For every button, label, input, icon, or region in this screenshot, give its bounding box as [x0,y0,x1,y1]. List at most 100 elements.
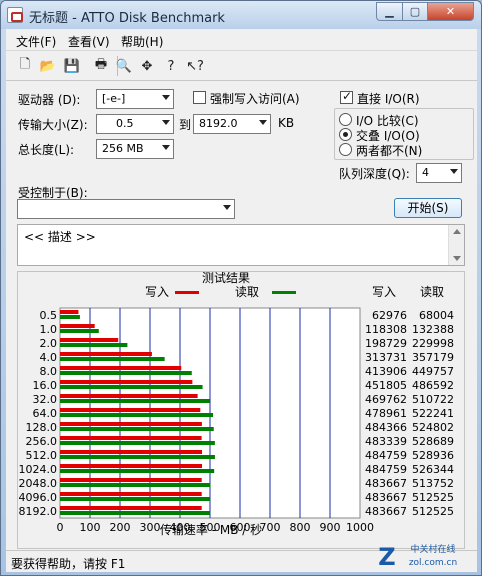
write-bar [60,408,201,412]
x-tick-label: 200 [110,521,131,534]
app-icon[interactable] [7,7,23,23]
y-tick-label: 1.0 [40,323,58,336]
chevron-down-icon [162,120,170,125]
transfer-from-select[interactable]: 0.5 [96,114,174,134]
scroll-up-icon[interactable] [453,229,461,234]
open-icon[interactable]: 📂 [39,57,57,75]
y-tick-label: 0.5 [40,309,58,322]
column-header-write: 写入 [372,285,396,299]
y-tick-label: 2048.0 [19,477,58,490]
chevron-down-icon [162,95,170,100]
legend-write-label: 写入 [145,285,169,299]
write-value: 62976 [372,309,407,322]
help-icon[interactable]: ? [162,57,180,75]
total-length-value: 256 MB [102,142,144,155]
read-value: 513752 [412,477,454,490]
legend-write-swatch [175,291,199,294]
queue-depth-select[interactable]: 4 [416,163,462,183]
read-bar [60,441,215,445]
app-window: 无标题 - ATTO Disk Benchmark ▁ ▢ ✕ 文件(F) 查看… [0,0,482,576]
write-bar [60,380,193,384]
description-box[interactable]: << 描述 >> [17,224,465,266]
read-value: 486592 [412,379,454,392]
read-bar [60,413,214,417]
y-tick-label: 128.0 [26,421,58,434]
print-preview-icon[interactable]: 🔍 [115,57,133,75]
read-value: 68004 [419,309,454,322]
y-tick-label: 16.0 [33,379,58,392]
print-icon[interactable]: 🖶 [92,57,110,75]
transfer-size-label: 传输大小(Z): [18,118,88,132]
kb-label: KB [278,116,295,130]
chevron-down-icon [162,145,170,150]
chart-title: 测试结果 [202,272,250,285]
menu-file[interactable]: 文件(F) [16,33,56,50]
total-length-select[interactable]: 256 MB [96,139,174,159]
start-button[interactable]: 开始(S) [394,198,462,218]
read-bar [60,469,215,473]
legend-read-label: 读取 [235,285,259,299]
read-value: 526344 [412,463,454,476]
read-value: 449757 [412,365,454,378]
write-bar [60,492,202,496]
read-bar [60,357,165,361]
description-text: << 描述 >> [24,230,96,244]
queue-depth-value: 4 [422,166,429,179]
y-tick-label: 4.0 [40,351,58,364]
read-value: 357179 [412,351,454,364]
read-bar [60,371,192,375]
read-value: 510722 [412,393,454,406]
toolbar: 🗋 📂 💾 🖶 🔍 ✥ ? ↖? [6,51,477,81]
minimize-button[interactable]: ▁ [376,2,403,21]
y-tick-label: 8192.0 [19,505,58,518]
title-bar[interactable]: 无标题 - ATTO Disk Benchmark ▁ ▢ ✕ [1,1,481,29]
legend-read-swatch [272,291,296,294]
maximize-button[interactable]: ▢ [402,2,428,21]
x-tick-label: 900 [320,521,341,534]
write-value: 484759 [365,449,407,462]
menu-bar: 文件(F) 查看(V) 帮助(H) [6,29,477,51]
scroll-down-icon[interactable] [453,256,461,261]
read-value: 524802 [412,421,454,434]
overlap-io-radio[interactable] [339,128,352,141]
transfer-from-value: 0.5 [116,117,134,130]
read-value: 512525 [412,491,454,504]
drive-label: 驱动器 (D): [18,93,81,107]
total-length-label: 总长度(L): [18,143,75,157]
drive-select[interactable]: [-e-] [96,89,174,109]
chevron-down-icon [450,169,458,174]
write-value: 484366 [365,421,407,434]
write-value: 198729 [365,337,407,350]
save-icon[interactable]: 💾 [63,57,81,75]
window-title: 无标题 - ATTO Disk Benchmark [29,11,225,26]
menu-help[interactable]: 帮助(H) [121,33,163,50]
controlled-by-select[interactable] [17,199,235,219]
write-bar [60,310,79,314]
z-logo-icon: Z [378,543,395,569]
watermark-title: 中关村在线 [410,543,455,555]
to-label: 到 [179,118,192,132]
read-bar [60,343,128,347]
read-value: 512525 [412,505,454,518]
transfer-to-select[interactable]: 8192.0 [193,114,271,134]
read-bar [60,399,210,403]
neither-radio[interactable] [339,143,352,156]
description-scrollbar[interactable] [448,225,464,265]
write-value: 413906 [365,365,407,378]
x-tick-label: 700 [260,521,281,534]
close-button[interactable]: ✕ [427,2,474,21]
new-icon[interactable]: 🗋 [16,57,34,75]
read-bar [60,315,80,319]
read-value: 229998 [412,337,454,350]
context-help-icon[interactable]: ↖? [186,57,204,75]
read-value: 522241 [412,407,454,420]
io-compare-radio[interactable] [339,113,352,126]
x-tick-label: 100 [80,521,101,534]
menu-view[interactable]: 查看(V) [68,33,110,50]
move-icon[interactable]: ✥ [138,57,156,75]
direct-io-checkbox[interactable] [340,89,353,104]
write-value: 469762 [365,393,407,406]
transfer-to-value: 8192.0 [199,117,238,130]
neither-label: 两者都不(N) [356,144,423,158]
force-write-checkbox[interactable] [193,91,206,104]
